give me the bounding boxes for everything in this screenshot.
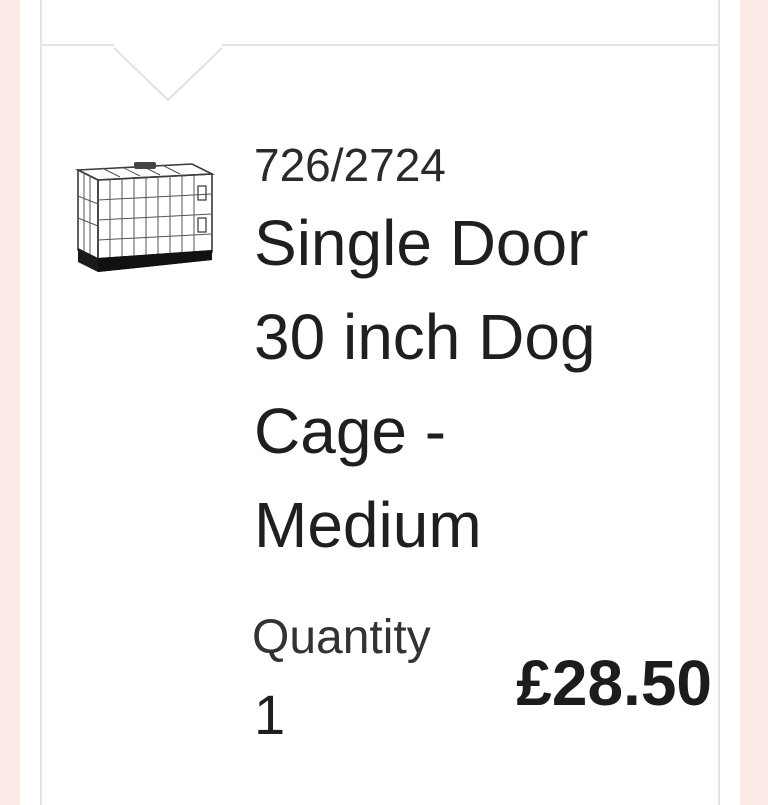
previous-card-section <box>40 0 720 46</box>
quantity-value: 1 <box>254 683 286 746</box>
page-margin-left <box>0 0 20 805</box>
chevron-down-icon[interactable] <box>96 44 226 104</box>
product-code: 726/2724 <box>254 139 446 191</box>
product-title[interactable]: Single Door 30 inch Dog Cage - Medium <box>254 196 674 572</box>
quantity-label: Quantity <box>252 611 431 664</box>
item-price: £28.50 <box>516 647 712 719</box>
dog-cage-icon[interactable] <box>72 156 216 280</box>
page-margin-right <box>740 0 768 805</box>
